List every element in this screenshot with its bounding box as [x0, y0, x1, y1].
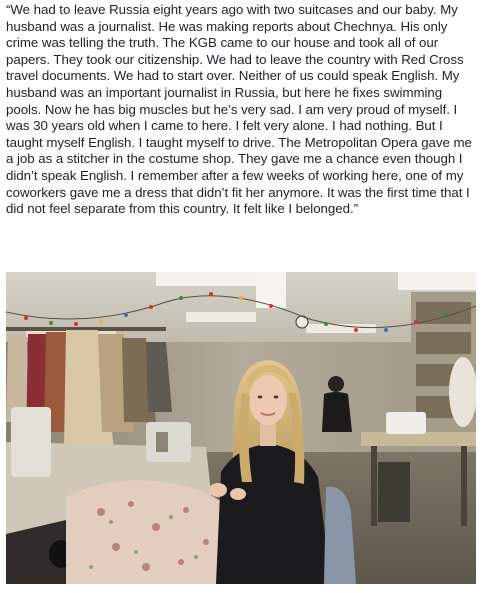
face — [249, 375, 287, 425]
workbench — [361, 432, 476, 446]
post-photo[interactable] — [6, 272, 476, 584]
sewing-machine — [11, 407, 51, 477]
post-text: “We had to leave Russia eight years ago … — [6, 2, 472, 217]
hand — [230, 488, 246, 500]
dress-form — [449, 357, 476, 427]
ceiling-light — [156, 272, 266, 286]
ceiling-light — [186, 312, 256, 322]
costume-shop-photo-illustration — [6, 272, 476, 584]
background-worker-body — [322, 392, 352, 432]
ceiling-light — [398, 272, 476, 290]
sewing-machine — [146, 422, 191, 462]
hand — [209, 483, 227, 497]
background-worker-head — [328, 376, 344, 392]
sewing-machine — [386, 412, 426, 434]
